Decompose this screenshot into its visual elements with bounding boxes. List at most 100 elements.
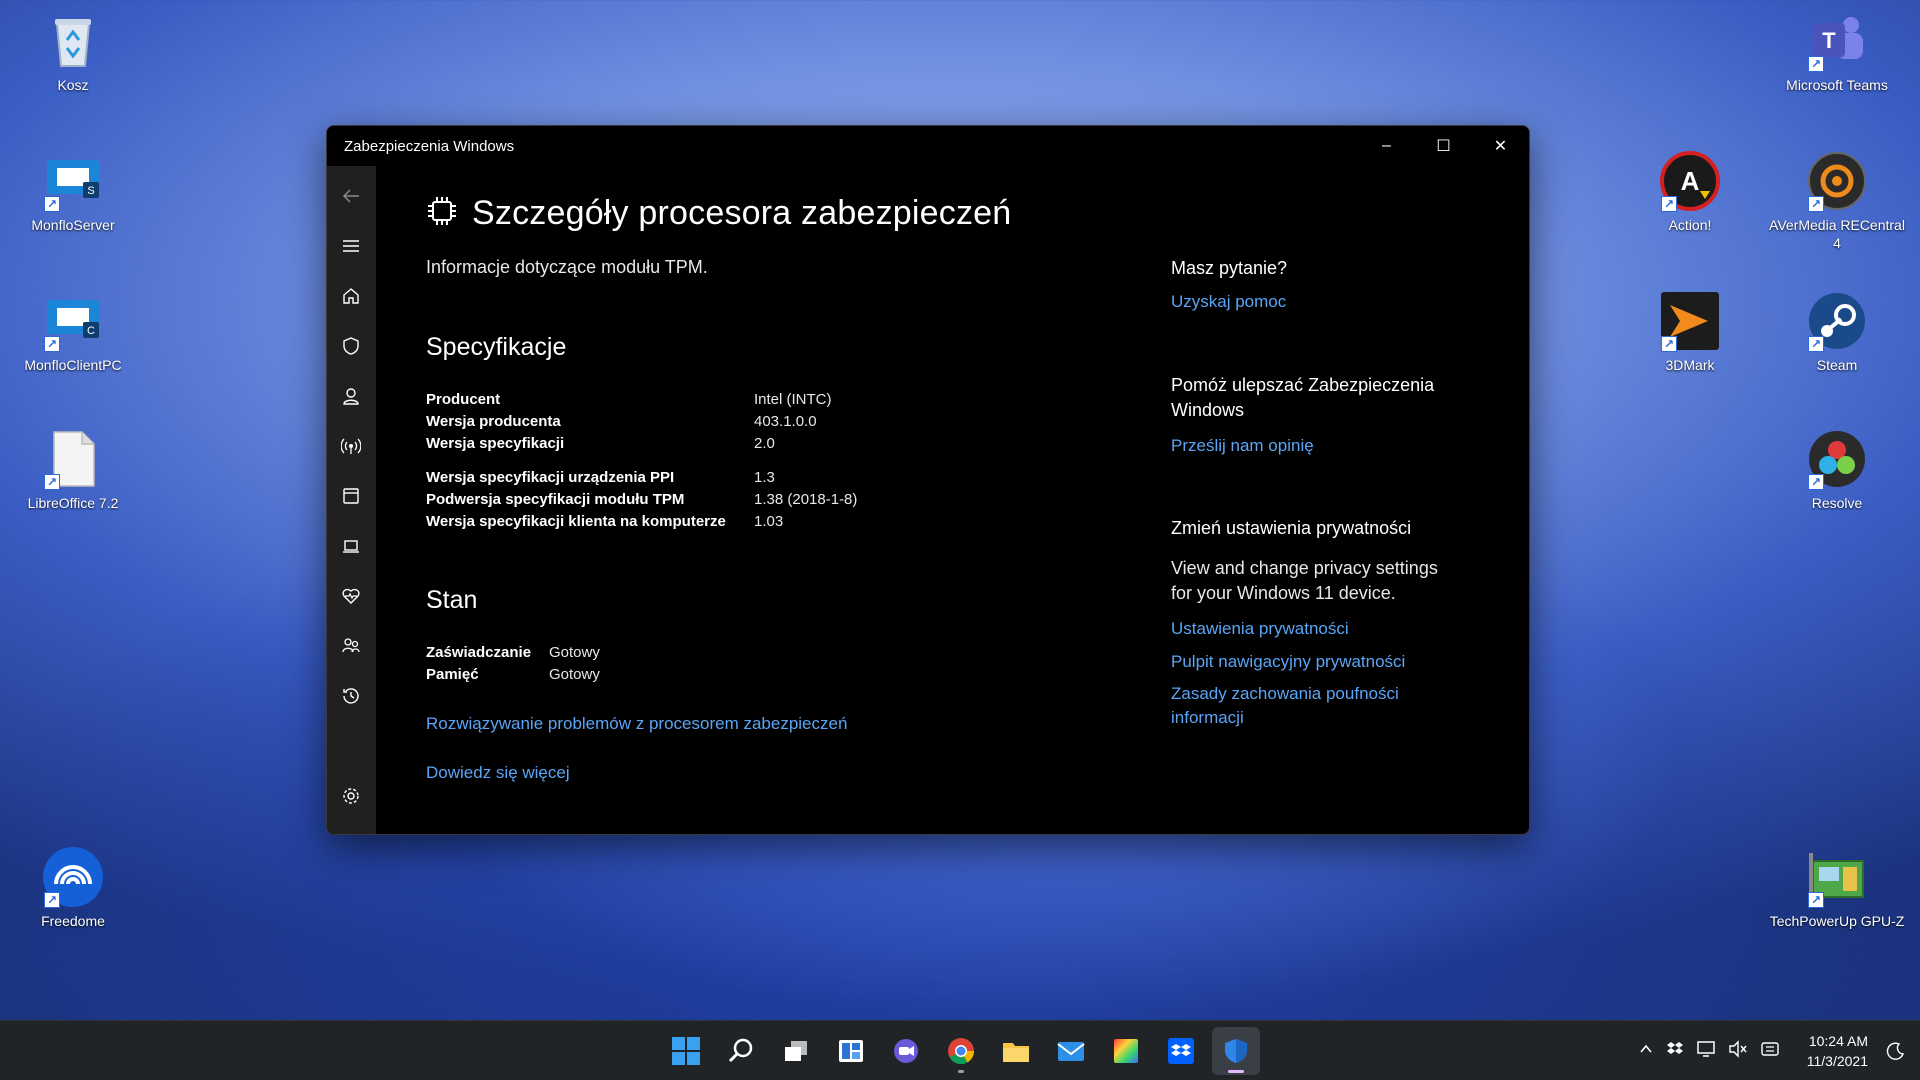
svg-text:S: S bbox=[87, 185, 94, 197]
desktop-icon-freedome[interactable]: ↗ Freedome bbox=[3, 846, 143, 930]
desktop-icon-label: Resolve bbox=[1811, 495, 1863, 511]
shortcut-arrow-icon: ↗ bbox=[44, 892, 60, 908]
mail-icon[interactable] bbox=[1047, 1027, 1095, 1075]
action-icon: A ↗ bbox=[1659, 150, 1721, 212]
steam-icon: ↗ bbox=[1806, 290, 1868, 352]
desktop-icon-avermedia[interactable]: ↗ AVerMedia RECentral 4 bbox=[1767, 150, 1907, 252]
monflo-client-icon: C ↗ bbox=[42, 290, 104, 352]
firewall-icon[interactable] bbox=[331, 426, 371, 466]
language-icon[interactable] bbox=[1760, 1040, 1780, 1063]
spec-value: 1.38 (2018-1-8) bbox=[754, 491, 858, 508]
privacy-heading: Zmień ustawienia prywatności bbox=[1171, 518, 1412, 538]
spec-key: Wersja specyfikacji urządzenia PPI bbox=[426, 469, 675, 486]
search-icon[interactable] bbox=[717, 1027, 765, 1075]
app-browser-icon[interactable] bbox=[331, 476, 371, 516]
spec-row: Wersja specyfikacji urządzenia PPI 1.3 bbox=[426, 469, 775, 491]
stan-value: Gotowy bbox=[549, 666, 600, 683]
history-icon[interactable] bbox=[331, 676, 371, 716]
stan-key: Zaświadczanie bbox=[426, 644, 532, 661]
privacy-text-line2: for your Windows 11 device. bbox=[1171, 583, 1396, 603]
desktop-icon-label: Kosz bbox=[57, 77, 89, 93]
shortcut-arrow-icon: ↗ bbox=[1808, 336, 1824, 352]
desktop-icon-label: MonfloServer bbox=[31, 217, 115, 233]
minimize-button[interactable]: – bbox=[1358, 126, 1415, 166]
device-health-icon[interactable] bbox=[331, 576, 371, 616]
spec-row: Producent Intel (INTC) bbox=[426, 391, 832, 413]
close-button[interactable]: ✕ bbox=[1472, 126, 1529, 166]
windows-security-icon[interactable] bbox=[1212, 1027, 1260, 1075]
gpuz-icon: ↗ bbox=[1806, 846, 1868, 908]
chevron-up-icon[interactable] bbox=[1638, 1041, 1654, 1062]
back-icon[interactable] bbox=[331, 176, 371, 216]
dropbox-tray-icon[interactable] bbox=[1666, 1041, 1684, 1062]
stan-key: Pamięć bbox=[426, 666, 479, 683]
improve-heading-line1: Pomóż ulepszać Zabezpieczenia bbox=[1171, 375, 1435, 395]
chat-icon[interactable] bbox=[882, 1027, 930, 1075]
privacy-settings-link[interactable]: Ustawienia prywatności bbox=[1171, 619, 1349, 639]
menu-icon[interactable] bbox=[331, 226, 371, 266]
shortcut-arrow-icon: ↗ bbox=[1661, 336, 1677, 352]
title-bar[interactable]: Zabezpieczenia Windows – ☐ ✕ bbox=[327, 126, 1529, 166]
improve-heading-line2: Windows bbox=[1171, 400, 1245, 420]
desktop-icon-recycle-bin[interactable]: Kosz bbox=[3, 10, 143, 94]
stan-row: Zaświadczanie Gotowy bbox=[426, 644, 600, 661]
spec-row: Podwersja specyfikacji modułu TPM 1.38 (… bbox=[426, 491, 857, 513]
task-view-icon[interactable] bbox=[772, 1027, 820, 1075]
page-header: Szczegóły procesora zabezpieczeń bbox=[426, 194, 1011, 233]
settings-icon[interactable] bbox=[331, 776, 371, 816]
start-icon[interactable] bbox=[662, 1027, 710, 1075]
desktop-icon-3dmark[interactable]: ↗ 3DMark bbox=[1620, 290, 1760, 374]
privacy-policy-link-line1[interactable]: Zasady zachowania poufności bbox=[1171, 684, 1399, 704]
desktop-icon-monfloclientpc[interactable]: C ↗ MonfloClientPC bbox=[3, 290, 143, 374]
clock[interactable]: 10:24 AM 11/3/2021 bbox=[1807, 1031, 1868, 1071]
desktop-icon-gpuz[interactable]: ↗ TechPowerUp GPU-Z bbox=[1767, 846, 1907, 930]
maximize-button[interactable]: ☐ bbox=[1415, 126, 1472, 166]
shortcut-arrow-icon: ↗ bbox=[1808, 196, 1824, 212]
home-icon[interactable] bbox=[331, 276, 371, 316]
shortcut-arrow-icon: ↗ bbox=[1808, 474, 1824, 490]
desktop-icon-resolve[interactable]: ↗ Resolve bbox=[1767, 428, 1907, 512]
shortcut-arrow-icon: ↗ bbox=[1661, 196, 1677, 212]
desktop-icon-action[interactable]: A ↗ Action! bbox=[1620, 150, 1760, 234]
monflo-server-icon: S ↗ bbox=[42, 150, 104, 212]
processor-chip-icon bbox=[426, 195, 458, 232]
network-icon[interactable] bbox=[1696, 1040, 1716, 1063]
focus-assist-icon[interactable] bbox=[1886, 1041, 1906, 1066]
widgets-icon[interactable] bbox=[827, 1027, 875, 1075]
file-explorer-icon[interactable] bbox=[992, 1027, 1040, 1075]
desktop-icon-steam[interactable]: ↗ Steam bbox=[1767, 290, 1907, 374]
teams-icon: T ↗ bbox=[1806, 10, 1868, 72]
recycle-bin-icon bbox=[42, 10, 104, 72]
shield-icon[interactable] bbox=[331, 326, 371, 366]
spec-key: Wersja producenta bbox=[426, 413, 561, 430]
device-security-icon[interactable] bbox=[331, 526, 371, 566]
desktop-icon-monfloserver[interactable]: S ↗ MonfloServer bbox=[3, 150, 143, 234]
help-link[interactable]: Uzyskaj pomoc bbox=[1171, 292, 1286, 312]
freedome-icon: ↗ bbox=[42, 846, 104, 908]
stan-heading: Stan bbox=[426, 586, 478, 614]
spec-heading: Specyfikacje bbox=[426, 333, 567, 361]
desktop-icon-label: Steam bbox=[1816, 357, 1858, 373]
privacy-dashboard-link[interactable]: Pulpit nawigacyjny prywatności bbox=[1171, 652, 1405, 672]
3dmark-icon: ↗ bbox=[1659, 290, 1721, 352]
spec-key: Wersja specyfikacji bbox=[426, 435, 565, 452]
color-app-icon[interactable] bbox=[1102, 1027, 1150, 1075]
desktop-icon-teams[interactable]: T ↗ Microsoft Teams bbox=[1767, 10, 1907, 94]
account-icon[interactable] bbox=[331, 376, 371, 416]
desktop-icon-libreoffice[interactable]: ↗ LibreOffice 7.2 bbox=[3, 428, 143, 512]
privacy-policy-link-line2[interactable]: informacji bbox=[1171, 708, 1244, 728]
clock-time: 10:24 AM bbox=[1808, 1033, 1868, 1049]
troubleshoot-link[interactable]: Rozwiązywanie problemów z procesorem zab… bbox=[426, 714, 847, 734]
stan-row: Pamięć Gotowy bbox=[426, 666, 600, 683]
spec-key: Wersja specyfikacji klienta na komputerz… bbox=[426, 513, 726, 530]
shortcut-arrow-icon: ↗ bbox=[44, 474, 60, 490]
windows-security-window: Zabezpieczenia Windows – ☐ ✕ Szczegóły p… bbox=[326, 125, 1530, 835]
dropbox-icon[interactable] bbox=[1157, 1027, 1205, 1075]
volume-muted-icon[interactable] bbox=[1728, 1039, 1748, 1063]
feedback-link[interactable]: Prześlij nam opinię bbox=[1171, 436, 1314, 456]
chrome-icon[interactable] bbox=[937, 1027, 985, 1075]
learn-more-link[interactable]: Dowiedz się więcej bbox=[426, 763, 570, 783]
family-icon[interactable] bbox=[331, 626, 371, 666]
clock-date: 11/3/2021 bbox=[1806, 1053, 1868, 1069]
stan-value: Gotowy bbox=[549, 644, 600, 661]
